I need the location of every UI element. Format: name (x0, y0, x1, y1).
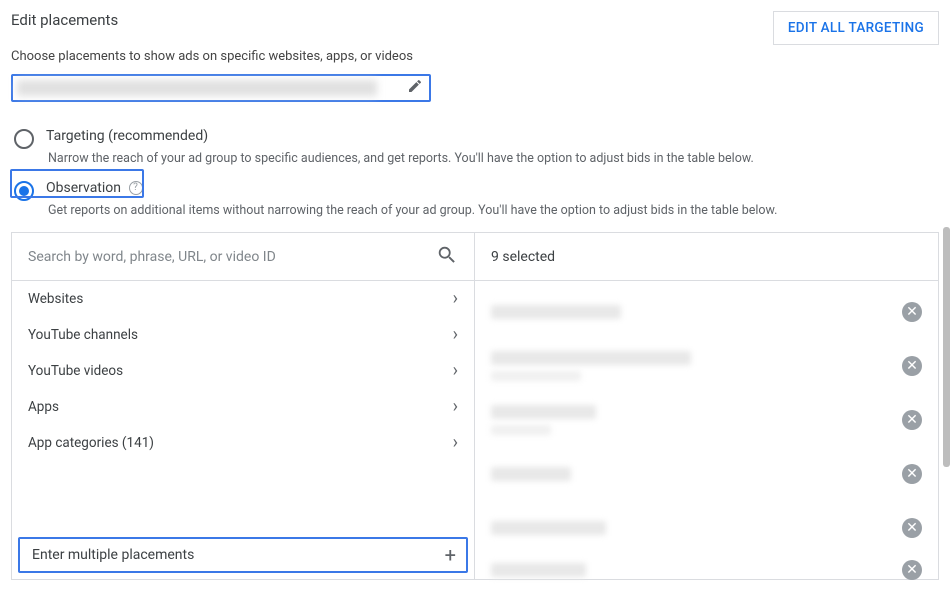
chevron-right-icon: › (453, 398, 458, 416)
browse-pane: Websites› YouTube channels› YouTube vide… (12, 233, 475, 579)
remove-button[interactable]: ✕ (902, 410, 922, 430)
help-icon[interactable]: ? (129, 181, 143, 195)
close-icon: ✕ (906, 413, 918, 427)
radio-icon[interactable] (14, 129, 34, 149)
close-icon: ✕ (906, 305, 918, 319)
selected-header: 9 selected (475, 233, 938, 281)
selected-item: ✕ (475, 285, 938, 339)
chevron-right-icon: › (453, 434, 458, 452)
close-icon: ✕ (906, 359, 918, 373)
page-subtitle: Choose placements to show ads on specifi… (11, 49, 939, 64)
category-websites[interactable]: Websites› (12, 281, 474, 317)
edit-all-targeting-button[interactable]: EDIT ALL TARGETING (773, 11, 939, 45)
chevron-right-icon: › (453, 290, 458, 308)
close-icon: ✕ (906, 563, 918, 577)
redacted-text (491, 563, 586, 577)
page-title: Edit placements (11, 11, 118, 29)
ad-group-name-field[interactable] (11, 74, 431, 102)
close-icon: ✕ (906, 467, 918, 481)
pencil-icon[interactable] (407, 78, 423, 98)
radio-observation-description: Get reports on additional items without … (48, 203, 939, 218)
remove-button[interactable]: ✕ (902, 302, 922, 322)
redacted-text (491, 305, 621, 319)
remove-button[interactable]: ✕ (902, 464, 922, 484)
selected-pane: 9 selected ✕ ✕ ✕ ✕ (475, 233, 938, 579)
radio-icon[interactable] (14, 181, 34, 201)
redacted-text (491, 467, 571, 481)
selected-item: ✕ (475, 501, 938, 555)
scrollbar[interactable] (943, 227, 950, 467)
selected-item: ✕ (475, 447, 938, 501)
enter-multiple-placements-button[interactable]: Enter multiple placements + (18, 537, 468, 573)
redacted-text (491, 425, 551, 435)
radio-targeting-description: Narrow the reach of your ad group to spe… (48, 151, 939, 166)
remove-button[interactable]: ✕ (902, 560, 922, 580)
redacted-text (17, 80, 377, 96)
redacted-text (491, 521, 606, 535)
redacted-text (491, 351, 691, 365)
search-input[interactable] (28, 249, 436, 265)
chevron-right-icon: › (453, 326, 458, 344)
category-apps[interactable]: Apps› (12, 389, 474, 425)
radio-observation-label: Observation ? (46, 180, 143, 196)
category-app-categories[interactable]: App categories (141)› (12, 425, 474, 461)
redacted-text (491, 371, 581, 381)
selected-item: ✕ (475, 555, 938, 585)
remove-button[interactable]: ✕ (902, 356, 922, 376)
remove-button[interactable]: ✕ (902, 518, 922, 538)
category-youtube-channels[interactable]: YouTube channels› (12, 317, 474, 353)
radio-observation[interactable]: Observation ? (14, 180, 939, 201)
chevron-right-icon: › (453, 362, 458, 380)
placements-panel: Websites› YouTube channels› YouTube vide… (11, 232, 939, 580)
radio-targeting[interactable]: Targeting (recommended) (14, 128, 939, 149)
selected-item: ✕ (475, 393, 938, 447)
selected-item: ✕ (475, 339, 938, 393)
plus-icon: + (445, 545, 456, 565)
redacted-text (491, 405, 596, 419)
radio-targeting-label: Targeting (recommended) (46, 128, 208, 144)
search-icon[interactable] (436, 244, 458, 270)
category-youtube-videos[interactable]: YouTube videos› (12, 353, 474, 389)
close-icon: ✕ (906, 521, 918, 535)
